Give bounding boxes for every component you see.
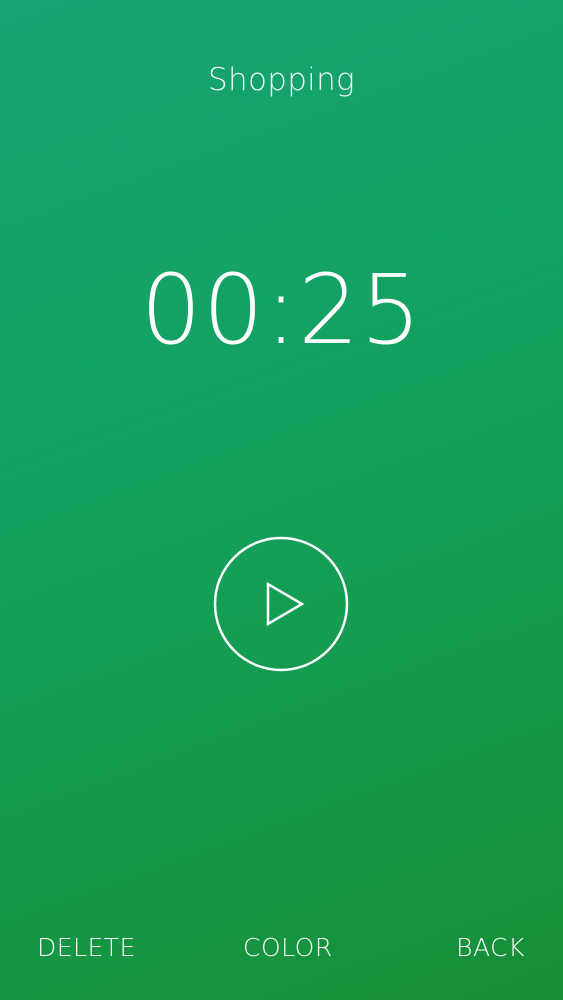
bottom-action-bar: DELETE COLOR BACK <box>0 930 563 970</box>
delete-button[interactable]: DELETE <box>37 930 136 966</box>
play-button[interactable] <box>213 536 349 672</box>
timer-title: Shopping <box>208 62 355 98</box>
back-button[interactable]: BACK <box>456 930 525 966</box>
timer-screen: { "timer": { "title": "Shopping", "time"… <box>0 0 563 1000</box>
timer-display: 00:25 <box>140 254 423 366</box>
play-icon <box>213 536 349 672</box>
color-button[interactable]: COLOR <box>243 930 333 966</box>
